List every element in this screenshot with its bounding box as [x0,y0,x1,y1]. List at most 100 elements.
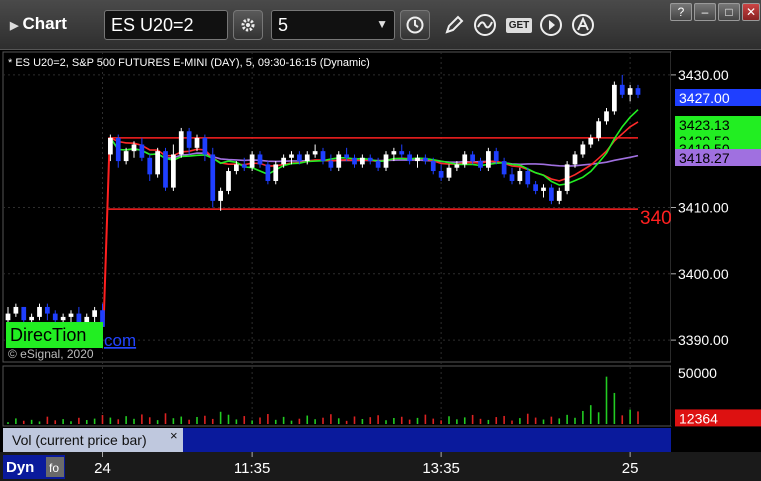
candle-body [635,88,641,95]
dropdown-caret-icon: ▼ [376,17,388,31]
horizontal-line-label: 340 [640,208,672,229]
candle-body [391,151,397,155]
candle-body [612,84,617,112]
time-tick-label: 13:35 [422,460,460,477]
price-label-text: 3427.00 [679,90,730,106]
price-label-text: 3423.13 [679,117,730,133]
candle-body [588,137,594,145]
close-button[interactable]: ✕ [742,3,760,21]
volume-last-label: 12364 [679,410,718,426]
candle-body [367,157,373,162]
watermark: © eSignal, 2020 [8,347,94,361]
candle-body [596,121,601,138]
candle-body [415,157,420,162]
candle-body [281,157,286,165]
minimize-button[interactable]: – [694,3,716,21]
candle-body [13,306,19,314]
candle-body [304,154,310,162]
candle-body [273,164,279,181]
candle-body [115,137,121,162]
price-tick-label: 3390.00 [678,332,729,348]
candle-body [202,137,208,155]
symbol-value: ES U20=2 [111,15,194,35]
chart-title[interactable]: ▶ Chart [10,14,67,34]
candle-body [470,154,475,162]
candle-body [171,154,176,188]
symbol-field[interactable]: ES U20=2 [104,10,228,40]
price-labels: 3427.003423.133420.503419.503418.27 [675,89,761,166]
candle-body [37,306,42,317]
candle-body [556,190,562,201]
dyn-settings-glyph: fo [49,461,59,475]
price-tick-label: 3400.00 [678,266,729,282]
candle-body [627,88,633,95]
candle-body [194,137,200,148]
candle-body [29,316,34,321]
candle-body [5,313,11,321]
candle-body [60,316,66,321]
interval-value: 5 [278,15,289,35]
get-data-icon[interactable]: GET [504,12,534,38]
candle-body [139,144,145,158]
chart-header: * ES U20=2, S&P 500 FUTURES E-MINI (DAY)… [8,57,370,69]
candle-body [383,154,389,168]
candle-body [501,161,507,175]
volume-label-strip [183,428,671,452]
candle-body [131,144,137,152]
candle-body [423,157,428,162]
alert-icon[interactable] [570,12,596,38]
maximize-button[interactable]: □ [718,3,740,21]
interval-select[interactable]: 5 ▼ [271,10,395,40]
candle-body [21,306,27,321]
chart-area: 3430.00 3410.00 3400.00 3390.00 3427.00 3423… [0,51,761,481]
candle-body [486,151,491,168]
play-icon[interactable] [538,12,564,38]
settings-gear-icon[interactable] [233,10,263,40]
pencil-draw-icon[interactable] [441,12,467,38]
candle-body [163,151,168,188]
price-tick-label: 3410.00 [678,200,729,216]
candle-body [399,151,405,155]
candle-body [572,154,578,165]
candle-body [525,171,531,185]
toolbar: ▶ Chart ES U20=2 5 ▼ GET ? – □ ✕ [0,0,761,50]
expand-arrow-icon[interactable]: ▶ [10,20,18,32]
candle-body [517,171,523,181]
candle-body [147,157,153,175]
direction-link[interactable]: com [104,331,136,350]
candle-body [604,111,609,122]
candle-body [360,157,365,165]
candle-body [564,164,570,191]
candle-body [462,154,468,165]
candle-body [454,164,460,168]
candle-body [541,187,546,191]
candle-body [234,164,239,172]
candle-body [549,187,554,201]
dyn-label[interactable]: Dyn [6,459,34,476]
volume-close-icon[interactable]: × [170,428,178,443]
candle-body [123,151,129,162]
studies-wave-icon[interactable] [472,12,498,38]
candle-body [68,313,74,317]
candle-body [619,84,625,95]
candle-body [249,154,255,168]
candle-body [210,154,216,201]
candle-body [312,151,318,155]
candle-body [186,131,192,148]
candle-body [438,171,444,178]
candle-body [178,131,184,155]
candle-body [52,313,58,321]
candle-body [297,154,302,162]
candle-body [344,154,349,158]
time-tick-label: 11:35 [234,460,270,477]
candle-body [108,137,113,155]
candle-body [241,164,247,168]
price-tick-label: 3430.00 [678,67,729,83]
candle-body [493,151,499,162]
candle-body [336,154,342,168]
candle-body [257,154,263,165]
clock-icon[interactable] [400,10,430,40]
time-tick-label: 25 [622,460,639,477]
help-button[interactable]: ? [670,3,692,21]
candle-body [430,161,436,172]
